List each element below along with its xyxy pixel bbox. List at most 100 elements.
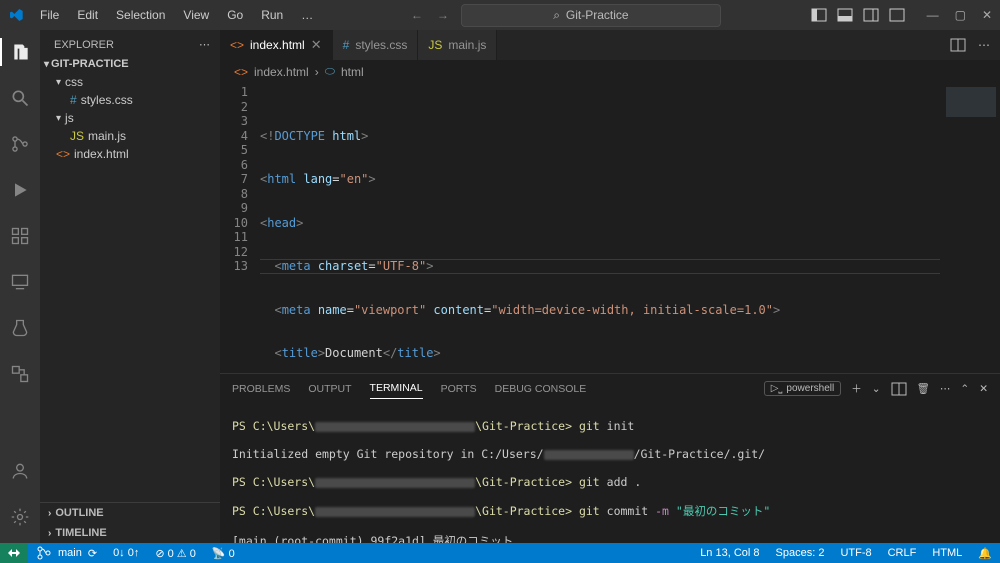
explorer-view-icon[interactable]: [0, 38, 40, 66]
maximize-panel-icon[interactable]: ⌃: [960, 383, 969, 395]
layout-sidebar-right-icon[interactable]: [863, 7, 879, 23]
layout-panel-icon[interactable]: [837, 7, 853, 23]
search-icon: ⌕: [553, 8, 560, 23]
search-view-icon[interactable]: [0, 84, 40, 112]
explorer-title: EXPLORER: [54, 39, 114, 51]
remote-indicator[interactable]: [0, 543, 28, 563]
accounts-icon[interactable]: [0, 457, 40, 485]
window-maximize-icon[interactable]: ▢: [955, 8, 966, 22]
nav-forward-icon[interactable]: →: [437, 8, 449, 22]
file-styles-css-label: styles.css: [81, 93, 133, 107]
html-file-icon: <>: [230, 38, 244, 52]
menu-selection[interactable]: Selection: [108, 4, 173, 26]
breadcrumb-node[interactable]: html: [341, 65, 364, 79]
explorer-sidebar: EXPLORER ⋯ ▾ GIT-PRACTICE ▾ css # styles…: [40, 30, 220, 543]
menu-more[interactable]: …: [293, 4, 321, 26]
status-indentation[interactable]: Spaces: 2: [768, 547, 833, 559]
panel-tab-debug-console[interactable]: DEBUG CONSOLE: [495, 379, 587, 399]
window-minimize-icon[interactable]: —: [927, 8, 939, 22]
active-line-highlight: [260, 259, 940, 274]
status-encoding[interactable]: UTF-8: [832, 547, 879, 559]
html-file-icon: <>: [234, 65, 248, 79]
settings-gear-icon[interactable]: [0, 503, 40, 531]
status-ports[interactable]: 📡 0: [204, 543, 243, 563]
line-numbers: 12345678910111213: [220, 83, 260, 373]
breadcrumb[interactable]: <> index.html › ⬭ html: [220, 60, 1000, 83]
extensions-view-icon[interactable]: [0, 222, 40, 250]
close-tab-icon[interactable]: ✕: [311, 37, 322, 53]
tab-main-js[interactable]: JS main.js: [418, 30, 497, 60]
nav-back-icon[interactable]: ←: [411, 8, 423, 22]
code-content[interactable]: <!DOCTYPE html> <html lang="en"> <head> …: [260, 83, 940, 373]
terminal-dropdown-icon[interactable]: ⌄: [872, 383, 881, 395]
terminal-shell-selector[interactable]: ▷⎵powershell: [764, 381, 842, 396]
terminal-content[interactable]: PS C:\Users\\Git-Practice> git init Init…: [220, 399, 1000, 543]
editor-tabs: <> index.html ✕ # styles.css JS main.js …: [220, 30, 1000, 60]
menu-run[interactable]: Run: [253, 4, 291, 26]
html-element-icon: ⬭: [325, 64, 335, 79]
menu-bar: File Edit Selection View Go Run …: [32, 4, 321, 26]
panel-tab-output[interactable]: OUTPUT: [308, 379, 351, 399]
folder-css[interactable]: ▾ css: [40, 73, 220, 91]
project-root-label: GIT-PRACTICE: [51, 58, 129, 70]
references-view-icon[interactable]: [0, 360, 40, 388]
remote-explorer-icon[interactable]: [0, 268, 40, 296]
status-notifications-icon[interactable]: 🔔: [970, 547, 1000, 560]
js-file-icon: JS: [428, 38, 442, 52]
run-debug-view-icon[interactable]: [0, 176, 40, 204]
tab-label: styles.css: [355, 38, 407, 52]
project-root[interactable]: ▾ GIT-PRACTICE: [40, 55, 220, 73]
command-center-text: Git-Practice: [566, 8, 629, 22]
menu-edit[interactable]: Edit: [69, 4, 106, 26]
title-bar: File Edit Selection View Go Run … ← → ⌕ …: [0, 0, 1000, 30]
outline-section[interactable]: ›OUTLINE: [40, 503, 220, 523]
css-file-icon: #: [343, 38, 350, 52]
close-panel-icon[interactable]: ✕: [979, 383, 988, 395]
folder-css-label: css: [65, 75, 83, 89]
code-editor[interactable]: 12345678910111213 <!DOCTYPE html> <html …: [220, 83, 1000, 373]
split-terminal-icon[interactable]: [891, 381, 907, 397]
minimap[interactable]: [940, 83, 1000, 373]
menu-go[interactable]: Go: [219, 4, 251, 26]
layout-customize-icon[interactable]: [889, 7, 905, 23]
bottom-panel: PROBLEMS OUTPUT TERMINAL PORTS DEBUG CON…: [220, 373, 1000, 543]
testing-view-icon[interactable]: [0, 314, 40, 342]
split-editor-icon[interactable]: [950, 37, 966, 53]
file-styles-css[interactable]: # styles.css: [40, 91, 220, 109]
tab-label: index.html: [250, 38, 305, 52]
layout-sidebar-left-icon[interactable]: [811, 7, 827, 23]
kill-terminal-icon[interactable]: 🗑: [917, 382, 930, 395]
panel-tab-problems[interactable]: PROBLEMS: [232, 379, 290, 399]
new-terminal-icon[interactable]: ＋: [851, 381, 862, 396]
source-control-view-icon[interactable]: [0, 130, 40, 158]
status-cursor-position[interactable]: Ln 13, Col 8: [692, 547, 767, 559]
panel-tab-terminal[interactable]: TERMINAL: [370, 378, 423, 399]
vscode-icon: [8, 7, 24, 23]
folder-js-label: js: [65, 111, 74, 125]
folder-js[interactable]: ▾ js: [40, 109, 220, 127]
status-language[interactable]: HTML: [924, 547, 970, 559]
status-bar: main ⟳ 0↓ 0↑ ⊘ 0 ⚠ 0 📡 0 Ln 13, Col 8 Sp…: [0, 543, 1000, 563]
panel-more-icon[interactable]: ⋯: [940, 383, 951, 395]
tab-index-html[interactable]: <> index.html ✕: [220, 30, 333, 60]
file-main-js-label: main.js: [88, 129, 126, 143]
tab-label: main.js: [448, 38, 486, 52]
command-center[interactable]: ⌕ Git-Practice: [461, 4, 721, 27]
status-eol[interactable]: CRLF: [880, 547, 925, 559]
status-problems[interactable]: ⊘ 0 ⚠ 0: [147, 543, 203, 563]
panel-tab-ports[interactable]: PORTS: [441, 379, 477, 399]
breadcrumb-file[interactable]: index.html: [254, 65, 309, 79]
file-index-html-label: index.html: [74, 147, 129, 161]
window-close-icon[interactable]: ✕: [982, 8, 992, 22]
activity-bar: [0, 30, 40, 543]
explorer-more-icon[interactable]: ⋯: [199, 38, 210, 51]
status-branch[interactable]: main ⟳: [28, 543, 105, 563]
editor-more-icon[interactable]: ⋯: [978, 38, 990, 52]
timeline-section[interactable]: ›TIMELINE: [40, 523, 220, 543]
file-main-js[interactable]: JS main.js: [40, 127, 220, 145]
menu-file[interactable]: File: [32, 4, 67, 26]
tab-styles-css[interactable]: # styles.css: [333, 30, 419, 60]
menu-view[interactable]: View: [175, 4, 217, 26]
status-sync[interactable]: 0↓ 0↑: [105, 543, 147, 563]
file-index-html[interactable]: <> index.html: [40, 145, 220, 163]
